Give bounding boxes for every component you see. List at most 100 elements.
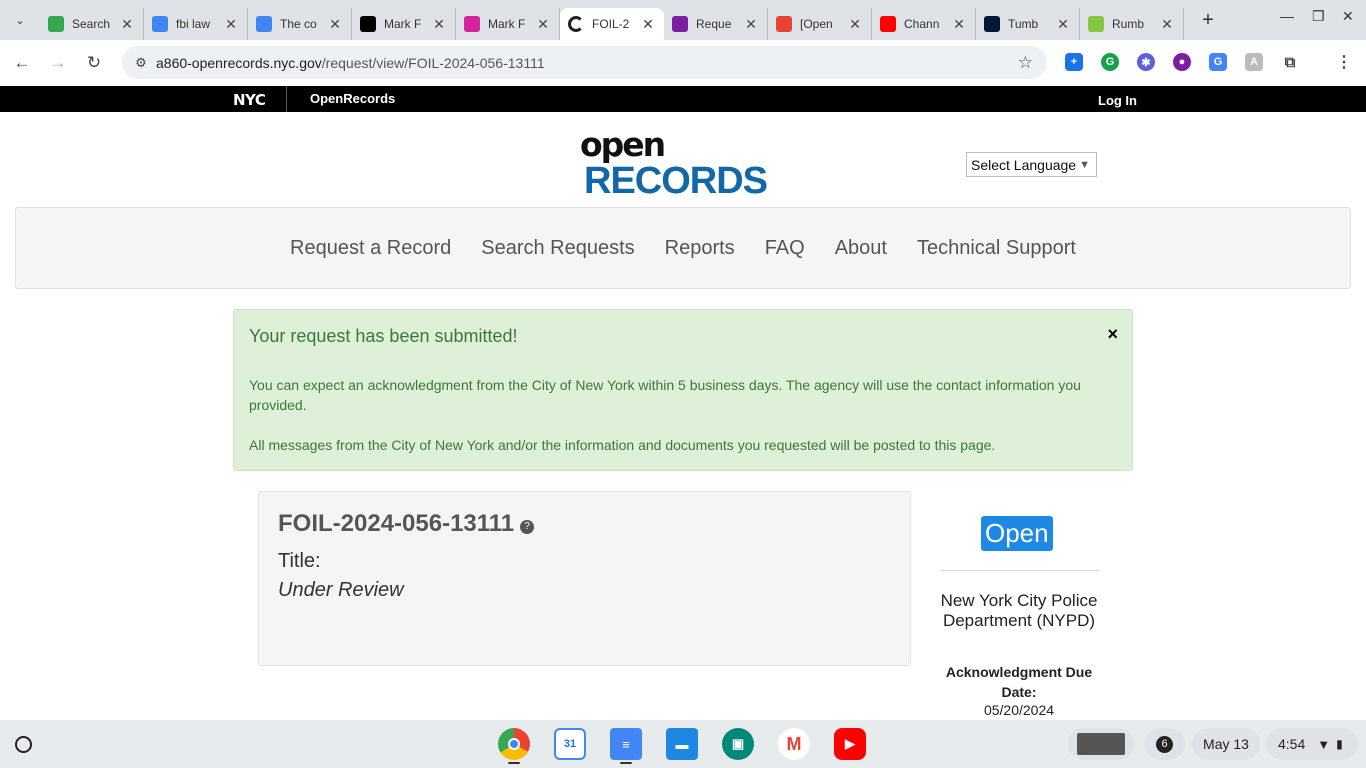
reload-button[interactable]: ↻: [76, 53, 112, 73]
chrome-running-indicator: [508, 762, 520, 764]
tab-close-icon[interactable]: ✕: [743, 16, 759, 33]
browser-tab[interactable]: Search ✕: [40, 8, 144, 40]
extension-circle-icon[interactable]: ●: [1173, 53, 1191, 71]
new-tab-button[interactable]: +: [1196, 9, 1220, 32]
tab-close-icon[interactable]: ✕: [847, 16, 863, 33]
tab-search-chevron-icon[interactable]: ⌄: [8, 8, 32, 32]
google-docs-icon: [152, 16, 168, 32]
tab-close-icon[interactable]: ✕: [640, 16, 656, 33]
language-select[interactable]: Select Language ▼: [966, 152, 1097, 177]
openrecords-link[interactable]: OpenRecords: [310, 91, 395, 106]
acknowledgment-date: 05/20/2024: [983, 702, 1055, 718]
tab-close-icon[interactable]: ✕: [951, 16, 967, 33]
browser-tab[interactable]: Rumb ✕: [1080, 8, 1184, 40]
logo-open-text[interactable]: open: [580, 125, 666, 164]
tab-close-icon[interactable]: ✕: [535, 16, 551, 33]
browser-tab[interactable]: Mark F ✕: [352, 8, 456, 40]
nav-item-technical-support[interactable]: Technical Support: [917, 237, 1076, 260]
notification-count-badge: 6: [1156, 736, 1173, 753]
back-button[interactable]: ←: [4, 53, 40, 73]
google-drive-icon: [48, 16, 64, 32]
youtube-app-icon[interactable]: ▶: [834, 728, 866, 760]
docs-running-indicator: [620, 762, 632, 764]
tab-close-icon[interactable]: ✕: [327, 16, 343, 33]
tab-title: FOIL-2: [592, 17, 630, 31]
date-tray[interactable]: May 13: [1192, 728, 1260, 760]
agency-name: New York City Police Department (NYPD): [940, 591, 1098, 630]
x-icon: [360, 16, 376, 32]
browser-tab[interactable]: FOIL-2 ✕: [560, 8, 664, 40]
address-bar[interactable]: ⚙ a860-openrecords.nyc.gov/request/view/…: [122, 46, 1047, 79]
launcher-icon[interactable]: [15, 736, 32, 753]
tab-title: Rumb: [1112, 17, 1145, 31]
extensions-puzzle-icon[interactable]: ⧉: [1281, 53, 1299, 71]
nyc-bar-separator: [286, 86, 287, 112]
tab-close-icon[interactable]: ✕: [1055, 16, 1071, 33]
nav-item-about[interactable]: About: [835, 237, 887, 260]
tab-title: Chann: [904, 17, 940, 31]
grammarly-icon[interactable]: G: [1101, 53, 1119, 71]
url-text[interactable]: a860-openrecords.nyc.gov/request/view/FO…: [156, 55, 545, 71]
language-select-label: Select Language: [971, 156, 1077, 173]
instagram-icon: [464, 16, 480, 32]
chrome-app-icon[interactable]: [498, 728, 530, 760]
help-question-icon[interactable]: ?: [520, 519, 535, 534]
tab-title: fbi law: [176, 17, 211, 31]
youtube-icon: [880, 16, 896, 32]
tab-title: The co: [280, 17, 317, 31]
classroom-app-icon[interactable]: ▣: [722, 728, 754, 760]
browser-tab[interactable]: Chann ✕: [872, 8, 976, 40]
tab-title: Mark F: [384, 17, 422, 31]
close-window-icon[interactable]: ✕: [1342, 8, 1354, 25]
nav-item-request-a-record[interactable]: Request a Record: [290, 237, 451, 260]
site-info-icon[interactable]: ⚙: [126, 55, 156, 71]
minimize-icon[interactable]: —: [1280, 8, 1294, 24]
gmail-app-icon[interactable]: M: [778, 728, 810, 760]
extension-star-icon[interactable]: ✱: [1137, 53, 1155, 71]
browser-tab[interactable]: Tumb ✕: [976, 8, 1080, 40]
nav-item-search-requests[interactable]: Search Requests: [481, 237, 634, 260]
files-app-icon[interactable]: ▬: [666, 728, 698, 760]
alert-message-2: All messages from the City of New York a…: [249, 437, 996, 453]
restore-icon[interactable]: ❐: [1312, 8, 1325, 25]
nyc-top-bar: NYC OpenRecords Log In: [0, 86, 1366, 112]
logo-records-text[interactable]: RECORDS: [584, 160, 768, 203]
bookmark-star-icon[interactable]: ☆: [1018, 53, 1033, 73]
extension-plus-icon[interactable]: +: [1065, 53, 1083, 71]
title-label: Title:: [278, 550, 321, 572]
nyc-logo[interactable]: NYC: [233, 91, 266, 109]
nav-item-faq[interactable]: FAQ: [765, 237, 805, 260]
google-docs-app-icon[interactable]: ≡: [610, 728, 642, 760]
browser-tab[interactable]: fbi law ✕: [144, 8, 248, 40]
forward-button[interactable]: →: [40, 53, 76, 73]
status-badge: Open: [981, 516, 1053, 551]
tab-close-icon[interactable]: ✕: [119, 16, 135, 33]
browser-tab[interactable]: Mark F ✕: [456, 8, 560, 40]
status-tray[interactable]: 4:54 ▼ ▮: [1266, 728, 1358, 760]
extension-grey-icon[interactable]: A: [1245, 53, 1263, 71]
tab-title: [Open: [800, 17, 833, 31]
clock-time: 4:54: [1278, 736, 1306, 752]
gmail-icon: [776, 16, 792, 32]
success-alert: Your request has been submitted! × You c…: [233, 309, 1133, 471]
nav-item-reports[interactable]: Reports: [665, 237, 735, 260]
browser-tab[interactable]: [Open ✕: [768, 8, 872, 40]
request-id: FOIL-2024-056-13111: [278, 510, 515, 537]
browser-tab-strip: ⌄ Search ✕ fbi law ✕ The co ✕ Mark F ✕ Mark F ✕ FO…: [0, 0, 1366, 40]
tab-list: Search ✕ fbi law ✕ The co ✕ Mark F ✕ Mark F ✕ FOIL…: [40, 0, 1184, 40]
google-translate-icon[interactable]: G: [1209, 53, 1227, 71]
tote-thumbnail[interactable]: [1068, 728, 1134, 760]
browser-menu-icon[interactable]: ⋮: [1335, 53, 1353, 71]
close-icon[interactable]: ×: [1107, 324, 1118, 345]
tab-close-icon[interactable]: ✕: [223, 16, 239, 33]
title-value: Under Review: [278, 579, 404, 601]
tab-close-icon[interactable]: ✕: [431, 16, 447, 33]
tab-title: Tumb: [1008, 17, 1039, 31]
browser-tab[interactable]: Reque ✕: [664, 8, 768, 40]
google-calendar-icon[interactable]: 31: [554, 728, 586, 760]
tab-close-icon[interactable]: ✕: [1159, 16, 1175, 33]
browser-tab[interactable]: The co ✕: [248, 8, 352, 40]
sidebar-divider: [941, 570, 1099, 571]
login-link[interactable]: Log In: [1098, 93, 1137, 108]
dropdown-arrow-icon: ▼: [1079, 158, 1090, 171]
